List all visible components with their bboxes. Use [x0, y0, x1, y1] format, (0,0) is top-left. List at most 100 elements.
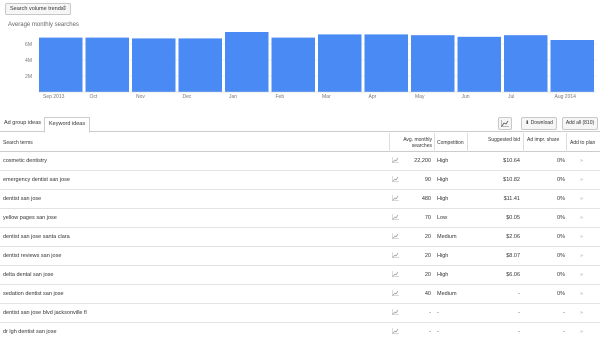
header-competition[interactable]: Competition: [437, 133, 464, 152]
add-all-label: Add all (810): [565, 120, 595, 126]
x-tick-label: Jul: [508, 94, 514, 100]
chart-bar[interactable]: [39, 37, 83, 92]
add-to-plan-icon[interactable]: »: [580, 266, 583, 285]
table-header: Search terms Avg. monthly searches Compe…: [0, 133, 600, 152]
tab-keyword-ideas[interactable]: Keyword ideas: [44, 117, 91, 133]
suggested-bid: $10.82: [503, 177, 520, 183]
ad-impr-share: 0%: [557, 291, 565, 297]
trend-icon[interactable]: [391, 285, 399, 304]
suggested-bid: $6.06: [506, 272, 520, 278]
x-tick-label: Jan: [229, 94, 237, 100]
add-to-plan-icon[interactable]: »: [580, 190, 583, 209]
competition: Medium: [437, 234, 457, 240]
chart-bar[interactable]: [318, 34, 362, 92]
trend-icon[interactable]: [391, 152, 399, 171]
chart-bar[interactable]: [550, 40, 595, 92]
keyword-term: dr lgh dentist san jose: [3, 329, 57, 335]
column-divider: [566, 133, 567, 152]
chart-bar[interactable]: [364, 34, 409, 92]
header-suggested-bid[interactable]: Suggested bid: [475, 133, 520, 152]
download-icon: ⬇: [525, 120, 530, 126]
select-caret-icon: ⇕: [61, 6, 67, 12]
add-to-plan-icon[interactable]: »: [580, 285, 583, 304]
y-tick-label: 6M: [25, 42, 32, 48]
trend-icon[interactable]: [391, 247, 399, 266]
keyword-term: delta dental san jose: [3, 272, 54, 278]
add-to-plan-icon[interactable]: »: [580, 323, 583, 341]
column-divider: [467, 133, 468, 152]
chart-bar[interactable]: [225, 32, 269, 92]
ad-impr-share: 0%: [557, 177, 565, 183]
competition: High: [437, 253, 449, 259]
chart-bar[interactable]: [271, 37, 316, 92]
x-tick-label: Jun: [462, 94, 470, 100]
add-to-plan-icon[interactable]: »: [580, 152, 583, 171]
avg-monthly-searches: 70: [424, 215, 431, 221]
add-to-plan-icon[interactable]: »: [580, 209, 583, 228]
ad-impr-share: 0%: [557, 253, 565, 259]
trend-icon[interactable]: [391, 228, 399, 247]
x-tick-label: Mar: [322, 94, 331, 100]
add-to-plan-icon[interactable]: »: [580, 228, 583, 247]
avg-monthly-searches: 20: [424, 253, 431, 259]
y-tick-label: 4M: [25, 58, 32, 64]
competition: -: [437, 310, 439, 316]
avg-monthly-searches: 20: [424, 272, 431, 278]
x-tick-label: Aug 2014: [555, 94, 577, 100]
keyword-term: dentist san jose santa clara: [3, 234, 70, 240]
trend-icon[interactable]: [391, 209, 399, 228]
trend-icon[interactable]: [391, 323, 399, 341]
keyword-term: cosmetic dentistry: [3, 158, 48, 164]
suggested-bid: $11.41: [503, 196, 520, 202]
competition: -: [437, 329, 439, 335]
x-tick-label: Feb: [276, 94, 285, 100]
chart-bar[interactable]: [132, 38, 176, 92]
add-all-button[interactable]: Add all (810): [562, 117, 598, 130]
trend-icon[interactable]: [391, 266, 399, 285]
header-avg-monthly-searches[interactable]: Avg. monthly searches: [400, 133, 432, 152]
chart-bar[interactable]: [178, 38, 223, 92]
add-to-plan-icon[interactable]: »: [580, 171, 583, 190]
keyword-term: yellow pages san jose: [3, 215, 57, 221]
chart-bar[interactable]: [504, 35, 548, 92]
download-button[interactable]: ⬇ Download: [521, 117, 557, 130]
x-tick-label: Sep 2013: [43, 94, 65, 100]
download-label: Download: [530, 120, 553, 126]
table-row: dentist san jose blvd jacksonville fl - - -…: [0, 304, 600, 323]
suggested-bid: $2.06: [506, 234, 520, 240]
header-ad-impr-share[interactable]: Ad impr. share: [527, 133, 567, 152]
header-search-terms[interactable]: Search terms: [3, 133, 33, 152]
table-row: yellow pages san jose 70 Low $0.05 0% »: [0, 209, 600, 228]
add-to-plan-icon[interactable]: »: [580, 304, 583, 323]
ad-impr-share: 0%: [557, 272, 565, 278]
table-row: cosmetic dentistry 22,200 High $10.64 0% »: [0, 152, 600, 171]
view-select-label: Search volume trends: [10, 6, 64, 12]
avg-monthly-searches: 480: [421, 196, 431, 202]
tab-ad-group-ideas[interactable]: Ad group ideas: [0, 117, 45, 132]
chart-icon: [500, 120, 509, 128]
ad-impr-share: 0%: [557, 158, 565, 164]
chart-toggle-button[interactable]: [498, 117, 512, 130]
chart-bar[interactable]: [457, 36, 502, 92]
table-row: sedation dentist san jose 40 Medium - 0% »: [0, 285, 600, 304]
trend-icon[interactable]: [391, 304, 399, 323]
chart-bar[interactable]: [85, 37, 130, 92]
competition: High: [437, 272, 449, 278]
trend-icon[interactable]: [391, 171, 399, 190]
keyword-term: dentist san jose: [3, 196, 42, 202]
keyword-term: dentist reviews san jose: [3, 253, 62, 259]
keyword-term: emergency dentist san jose: [3, 177, 70, 183]
suggested-bid: -: [518, 291, 520, 297]
x-tick-label: Nov: [136, 94, 145, 100]
x-tick-label: May: [415, 94, 425, 100]
competition: Medium: [437, 291, 457, 297]
table-row: dr lgh dentist san jose - - - -»: [0, 323, 600, 341]
view-select[interactable]: Search volume trends ⇕: [5, 3, 71, 15]
trend-icon[interactable]: [391, 190, 399, 209]
keyword-term: sedation dentist san jose: [3, 291, 64, 297]
chart-bar[interactable]: [411, 35, 455, 92]
suggested-bid: $8.07: [506, 253, 520, 259]
keyword-term: dentist san jose blvd jacksonville fl: [3, 310, 87, 316]
ad-impr-share: -: [563, 310, 565, 316]
add-to-plan-icon[interactable]: »: [580, 247, 583, 266]
